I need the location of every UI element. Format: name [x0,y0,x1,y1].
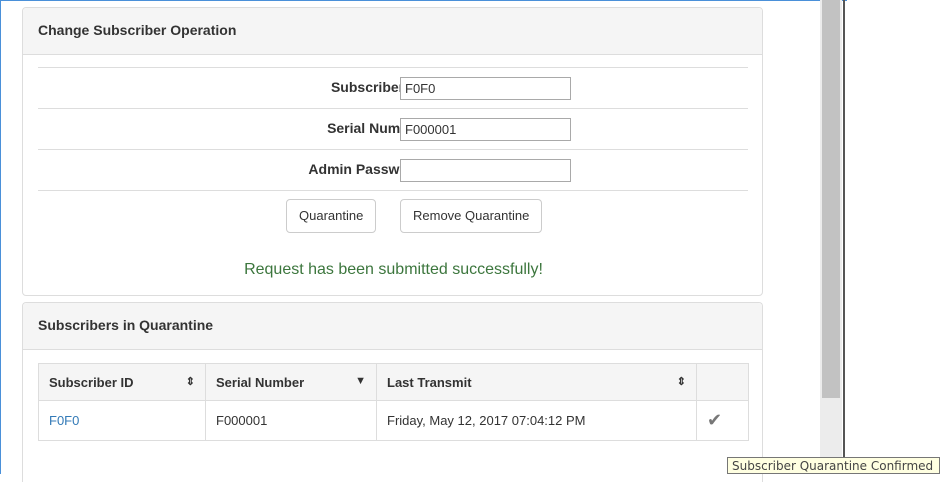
column-header-last-transmit[interactable]: Last Transmit ⇕ [376,363,697,401]
serial-number-row: Serial Number [38,108,748,149]
subscriber-id-input[interactable] [400,77,571,100]
column-header-subscriber-id[interactable]: Subscriber ID ⇕ [38,363,206,401]
admin-password-row: Admin Password [38,149,748,190]
serial-number-input[interactable] [400,118,571,141]
column-header-label: Subscriber ID [49,374,134,390]
column-header-serial-number[interactable]: Serial Number ▼ [205,363,377,401]
remove-quarantine-button[interactable]: Remove Quarantine [400,199,543,233]
table-row: F0F0 F000001 Friday, May 12, 2017 07:04:… [38,400,749,441]
quarantine-panel: Subscribers in Quarantine Subscriber ID … [22,302,763,482]
subscriber-id-row: Subscriber ID [38,67,748,108]
quarantine-panel-title: Subscribers in Quarantine [23,303,762,350]
column-header-status [696,363,749,401]
tooltip: Subscriber Quarantine Confirmed [727,457,940,474]
check-icon[interactable]: ✔ [707,410,722,430]
page-top-border [0,0,847,1]
column-header-label: Last Transmit [387,374,472,390]
serial-number-cell: F000001 [205,400,377,441]
status-cell[interactable]: ✔ [696,400,749,441]
page-left-border [0,0,1,474]
frame-divider [843,0,845,474]
quarantine-button[interactable]: Quarantine [286,199,377,233]
column-header-label: Serial Number [216,374,305,390]
sort-both-icon: ⇕ [185,376,195,388]
change-subscriber-panel: Change Subscriber Operation Subscriber I… [22,7,763,296]
change-subscriber-title: Change Subscriber Operation [23,8,762,55]
sort-both-icon: ⇕ [676,376,686,388]
quarantine-table: Subscriber ID ⇕ Serial Number ▼ Last Tra… [38,363,749,441]
admin-password-input[interactable] [400,159,571,182]
success-message: Request has been submitted successfully! [244,261,543,278]
table-header-row: Subscriber ID ⇕ Serial Number ▼ Last Tra… [38,363,749,401]
subscriber-id-cell[interactable]: F0F0 [38,400,206,441]
sort-desc-icon: ▼ [355,375,366,387]
last-transmit-cell: Friday, May 12, 2017 07:04:12 PM [376,400,697,441]
action-buttons-row: Quarantine Remove Quarantine [38,190,748,240]
scrollbar-thumb[interactable] [822,0,840,398]
